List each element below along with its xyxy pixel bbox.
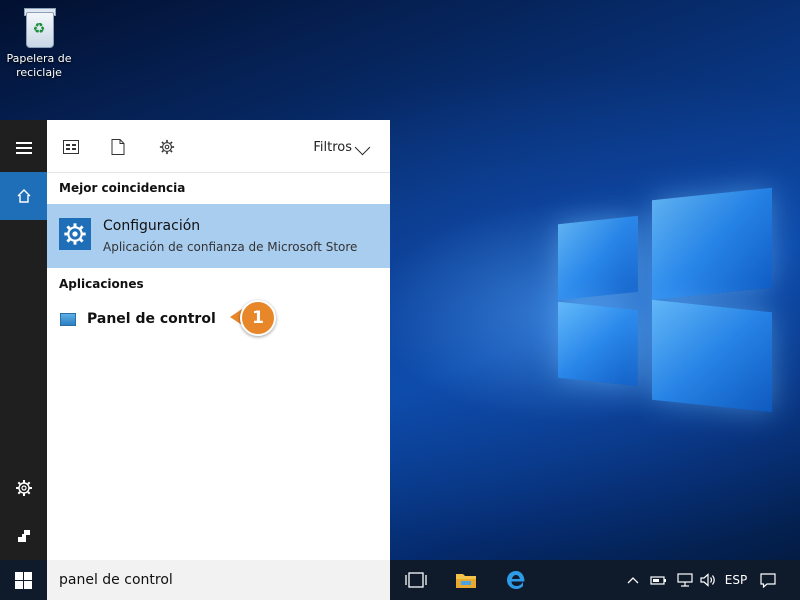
search-input[interactable]: panel de control: [47, 560, 390, 600]
windows-start-icon[interactable]: [0, 560, 47, 600]
gear-icon: [59, 218, 91, 250]
search-results-panel: Filtros Mejor coincidencia Configuración…: [47, 120, 390, 560]
best-match-title: Configuración: [103, 218, 201, 234]
app-label: Panel de control: [87, 311, 216, 327]
recycle-bin[interactable]: ♻ Papelera de reciclaje: [2, 6, 76, 80]
edge-icon[interactable]: [492, 560, 540, 600]
user-feedback-icon[interactable]: [0, 512, 47, 560]
callout-number: 1: [240, 300, 276, 336]
volume-icon[interactable]: [698, 560, 720, 600]
file-explorer-icon[interactable]: [442, 560, 490, 600]
chevron-down-icon[interactable]: [354, 139, 371, 156]
network-icon[interactable]: [674, 560, 696, 600]
step-callout: 1: [230, 296, 276, 338]
apps-heading: Aplicaciones: [59, 277, 144, 291]
chevron-up-icon[interactable]: [624, 560, 642, 600]
best-match-item[interactable]: Configuración Aplicación de confianza de…: [47, 204, 390, 268]
control-panel-icon: [60, 313, 76, 326]
hamburger-menu-icon[interactable]: [0, 124, 47, 172]
battery-icon[interactable]: [648, 560, 670, 600]
search-input-value: panel de control: [59, 572, 173, 588]
documents-icon[interactable]: [108, 137, 128, 157]
windows-logo-light: [520, 180, 780, 420]
recycle-bin-label: Papelera de reciclaje: [6, 52, 72, 79]
start-menu-rail: [0, 120, 47, 560]
search-toolbar: Filtros: [47, 120, 390, 173]
home-icon[interactable]: [0, 172, 47, 220]
best-match-heading: Mejor coincidencia: [59, 181, 186, 195]
apps-view-icon[interactable]: [61, 137, 81, 157]
language-indicator[interactable]: ESP: [722, 560, 750, 600]
recycle-bin-icon: ♻: [22, 6, 56, 48]
task-view-icon[interactable]: [392, 560, 440, 600]
list-item-control-panel[interactable]: Panel de control: [47, 304, 390, 338]
best-match-subtitle: Aplicación de confianza de Microsoft Sto…: [103, 240, 358, 254]
settings-icon[interactable]: [157, 137, 177, 157]
gear-icon[interactable]: [0, 464, 47, 512]
taskbar: panel de control ESP: [0, 560, 800, 600]
action-center-icon[interactable]: [756, 560, 780, 600]
filters-button[interactable]: Filtros: [313, 140, 352, 155]
